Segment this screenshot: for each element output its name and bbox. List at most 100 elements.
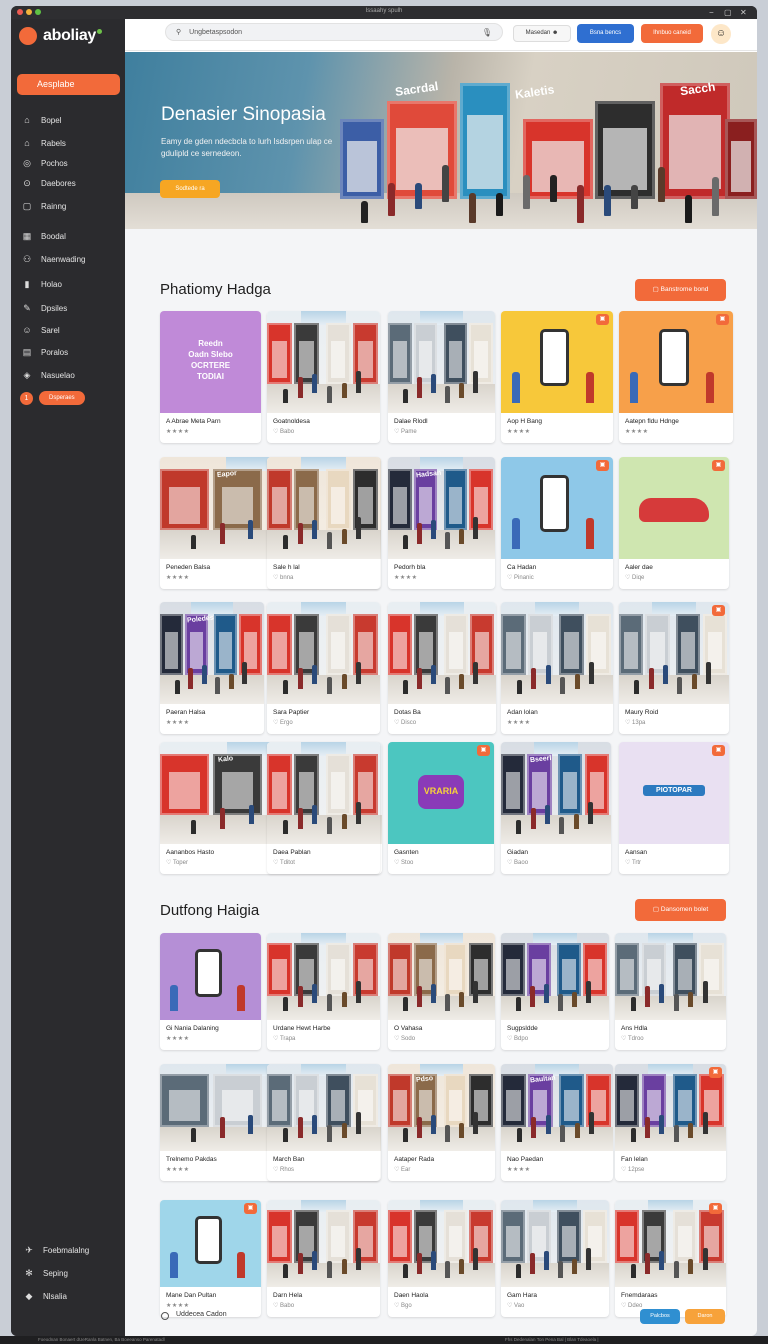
product-card[interactable]: Sugpsldde ♡ Bdpo xyxy=(501,933,609,1050)
primary-orange-button[interactable]: Ihnbuo caneid xyxy=(641,24,703,43)
maximize-icon[interactable]: ▢ xyxy=(724,7,732,18)
card-meta: ♡ 12pse xyxy=(621,1167,645,1173)
product-card[interactable]: Goatnoldesa ♡ Babo xyxy=(267,311,380,443)
product-card[interactable]: Pdso Aataper Rada ♡ Ear xyxy=(388,1064,495,1181)
promo-text: Reedn Oadn Slebo OCRTERE TODIAI xyxy=(188,338,233,381)
product-card[interactable]: PIOTOPAR ▣ Aansan ♡ Trtr xyxy=(619,742,729,874)
hero-description: Eamy de gden ndecbcla to lurh Isdsrpen u… xyxy=(161,137,333,158)
sidebar-item[interactable]: ⌂ Bopel xyxy=(21,113,61,127)
card-image xyxy=(501,311,613,413)
person-shape xyxy=(444,994,450,1012)
product-card[interactable]: ▣ Aop H Bang ★★★★ xyxy=(501,311,613,443)
bookmark-icon[interactable]: ▣ xyxy=(712,605,725,616)
footer-blue-button[interactable]: Palcbos xyxy=(640,1309,680,1324)
shop-window-shape xyxy=(168,772,201,809)
product-card[interactable]: Urdane Hewt Harbe ♡ Trapa xyxy=(267,933,380,1050)
person-shape xyxy=(589,1111,595,1134)
messages-button[interactable]: Masedan ☻ xyxy=(513,25,571,42)
bookmark-icon[interactable]: ▣ xyxy=(712,745,725,756)
sidebar-item[interactable]: ▤ Poralos xyxy=(21,345,68,359)
bookmark-icon[interactable]: ▣ xyxy=(716,314,729,325)
person-shape xyxy=(530,1252,536,1274)
product-card[interactable]: Poledes Paeran Halsa ★★★★ xyxy=(160,602,264,734)
shop-window-shape xyxy=(330,958,346,990)
bookmark-icon[interactable]: ▣ xyxy=(712,460,725,471)
sidebar-badge-row[interactable]: 1 Dsperaes xyxy=(20,391,85,405)
sidebar-item[interactable]: ▢ Rainng xyxy=(21,199,67,213)
person-shape xyxy=(544,983,550,1003)
shop-window-shape xyxy=(620,1225,635,1257)
microphone-icon[interactable]: 🎙 xyxy=(482,28,492,37)
section-action-button[interactable]: ▢ Dansomen bolet xyxy=(635,899,726,921)
product-card[interactable]: ▣ Ca Hadan ♡ Pinanic xyxy=(501,457,613,589)
badge-pill[interactable]: Dsperaes xyxy=(39,391,85,405)
product-card[interactable]: Dotas Ba ♡ Disco xyxy=(388,602,496,734)
primary-blue-button[interactable]: Bsna bencs xyxy=(577,24,634,43)
sidebar-item[interactable]: ◆ Nlsalia xyxy=(23,1289,67,1303)
sidebar-item[interactable]: ✻ Seping xyxy=(23,1266,68,1280)
product-card[interactable]: Bseerl Giadan ♡ Baoo xyxy=(501,742,611,874)
list-icon: ▤ xyxy=(22,346,32,357)
sidebar-item[interactable]: ⌂ Rabels xyxy=(21,136,66,150)
bookmark-icon[interactable]: ▣ xyxy=(244,1203,257,1214)
shop-window-shape xyxy=(620,1089,635,1121)
sidebar-item[interactable]: ✈ Foebmalalng xyxy=(23,1243,89,1257)
search-bar[interactable]: ⚲ Ungbetaspsodon 🎙 xyxy=(165,23,503,41)
avatar[interactable]: ☺ xyxy=(711,24,731,44)
bookmark-icon[interactable]: ▣ xyxy=(596,314,609,325)
brand-logo[interactable]: aboliay xyxy=(19,27,103,45)
bookmark-icon[interactable]: ▣ xyxy=(477,745,490,756)
person-shape xyxy=(545,1114,551,1134)
product-card[interactable]: March Ban ♡ Rhos xyxy=(267,1064,380,1181)
product-card[interactable]: Reedn Oadn Slebo OCRTERE TODIAI A Abrae M… xyxy=(160,311,261,443)
shop-window-shape xyxy=(564,1089,579,1121)
bookmark-icon[interactable]: ▣ xyxy=(596,460,609,471)
hero-button[interactable]: Sodtede ra xyxy=(160,180,220,198)
product-card[interactable]: Daea Pablan ♡ Tditot xyxy=(267,742,380,874)
product-card[interactable]: ▣ Maury Roid ♡ 13pa xyxy=(619,602,729,734)
footer-radio[interactable] xyxy=(161,1312,169,1320)
card-image xyxy=(615,933,726,1020)
search-input[interactable]: Ungbetaspsodon xyxy=(189,29,242,36)
card-image xyxy=(501,602,613,704)
section-action-button[interactable]: ▢ Banstrome bond xyxy=(635,279,726,301)
product-card[interactable]: VRARIA ▣ Gasnten ♡ Stoo xyxy=(388,742,494,874)
sidebar-item[interactable]: ⚇ Naenwading xyxy=(21,252,86,266)
product-card[interactable]: Gi Nania Dalaning ★★★★ xyxy=(160,933,261,1050)
card-meta: ♡ Tditot xyxy=(273,860,295,866)
sidebar-item[interactable]: ✎ Dpsiles xyxy=(21,301,67,315)
product-card[interactable]: ▣ Fan lelan ♡ 12pse xyxy=(615,1064,726,1181)
close-icon[interactable]: ✕ xyxy=(740,7,747,18)
product-card[interactable]: ▣ Aatepn fldu Hdnge ★★★★ xyxy=(619,311,733,443)
shop-window-shape xyxy=(330,772,346,809)
product-card[interactable]: O Vahasa ♡ Sodo xyxy=(388,933,495,1050)
section-title: Phatiomy Hadga xyxy=(160,281,271,298)
product-card[interactable]: Baultan Nao Paedan ★★★★ xyxy=(501,1064,613,1181)
sidebar-item[interactable]: ☺ Sarel xyxy=(21,323,59,337)
product-card[interactable]: Sale h lal ♡ bnna xyxy=(267,457,380,589)
phone-shape xyxy=(658,329,689,387)
product-card[interactable]: ▣ Aaler dae ♡ Diqe xyxy=(619,457,729,589)
sidebar-cta-button[interactable]: Aesplabe xyxy=(17,74,120,95)
sidebar-item[interactable]: ◈ Nasuelao xyxy=(21,368,75,382)
sidebar-item[interactable]: ⊙ Daebores xyxy=(21,176,75,190)
product-card[interactable]: Dalae Rlodl ♡ Pame xyxy=(388,311,495,443)
sidebar-item[interactable]: ▦ Boodal xyxy=(21,229,66,243)
minimize-icon[interactable]: − xyxy=(709,7,714,18)
footer-orange-button[interactable]: Daron xyxy=(685,1309,725,1324)
sidebar-item[interactable]: ▮ Holao xyxy=(21,277,62,291)
shop-window-shape xyxy=(448,1089,463,1121)
shop-window-shape xyxy=(272,632,287,669)
bookmark-icon[interactable]: ▣ xyxy=(709,1067,722,1078)
product-card[interactable]: Ans Hdla ♡ Tdroo xyxy=(615,933,726,1050)
bookmark-icon[interactable]: ▣ xyxy=(709,1203,722,1214)
sidebar-item[interactable]: ◎ Pochos xyxy=(21,156,68,170)
person-shape xyxy=(705,372,714,403)
product-card[interactable]: Adan lolan ★★★★ xyxy=(501,602,613,734)
card-title: Gasnten xyxy=(394,849,419,856)
product-card[interactable]: Sara Paptier ♡ Ergo xyxy=(267,602,380,734)
card-image xyxy=(501,933,609,1020)
storefront-shape xyxy=(501,754,526,816)
product-card[interactable]: Hadsan Pedorh bla ★★★★ xyxy=(388,457,495,589)
person-shape xyxy=(341,1258,347,1274)
